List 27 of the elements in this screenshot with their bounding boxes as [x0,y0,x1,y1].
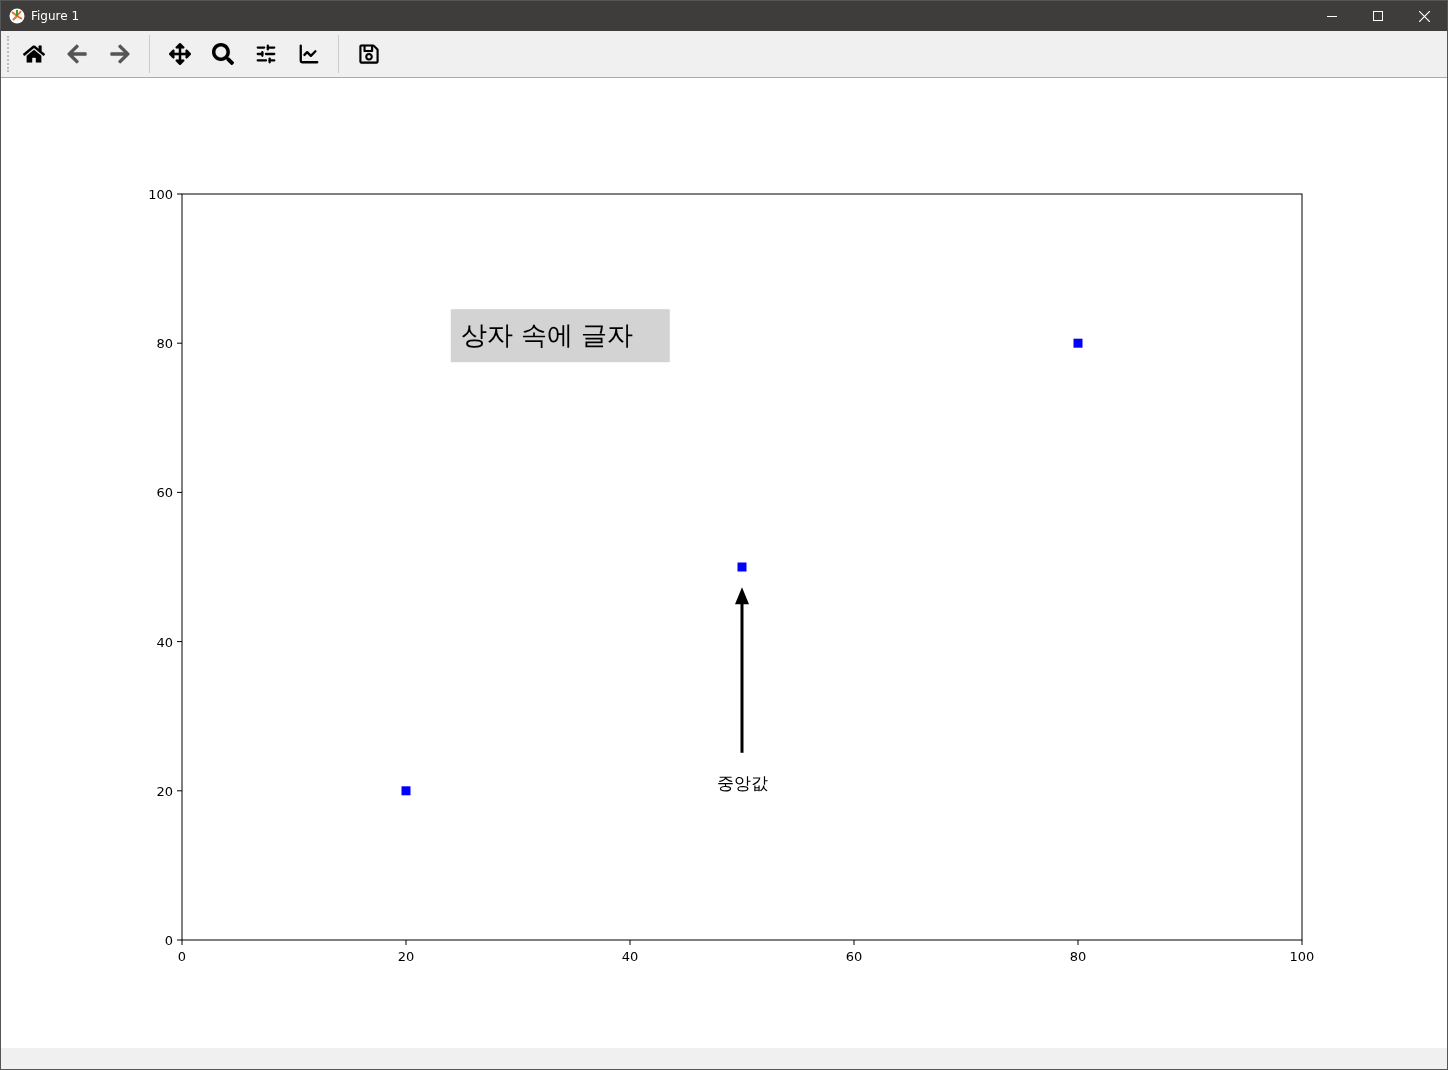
search-icon [211,43,234,65]
x-tick-label: 0 [177,949,187,964]
app-logo-icon [9,8,25,24]
y-tick-label: 80 [156,336,173,352]
x-tick-label: 100 [1289,949,1315,964]
window-title: Figure 1 [31,8,80,25]
x-tick-label: 40 [621,949,639,964]
x-tick-label: 80 [1069,949,1087,964]
boxed-label: 상자 속에 글자 [460,320,634,351]
close-icon [1418,10,1430,22]
forward-icon [108,43,131,65]
y-tick-label: 20 [156,783,173,799]
x-tick-label: 60 [845,949,863,964]
y-tick-label: 60 [156,485,173,501]
y-tick-label: 40 [156,634,173,650]
back-icon [65,43,88,65]
home-icon [22,43,45,65]
line-chart-icon [297,43,320,65]
maximize-icon [1373,11,1383,21]
move-icon [168,43,191,65]
save-icon [357,43,380,65]
sliders-icon [254,43,277,65]
minimize-icon [1327,15,1337,17]
y-tick-label: 0 [164,933,173,948]
x-tick-label: 20 [397,949,415,964]
annotation-label: 중앙값 [716,772,768,793]
y-tick-label: 100 [148,187,173,202]
